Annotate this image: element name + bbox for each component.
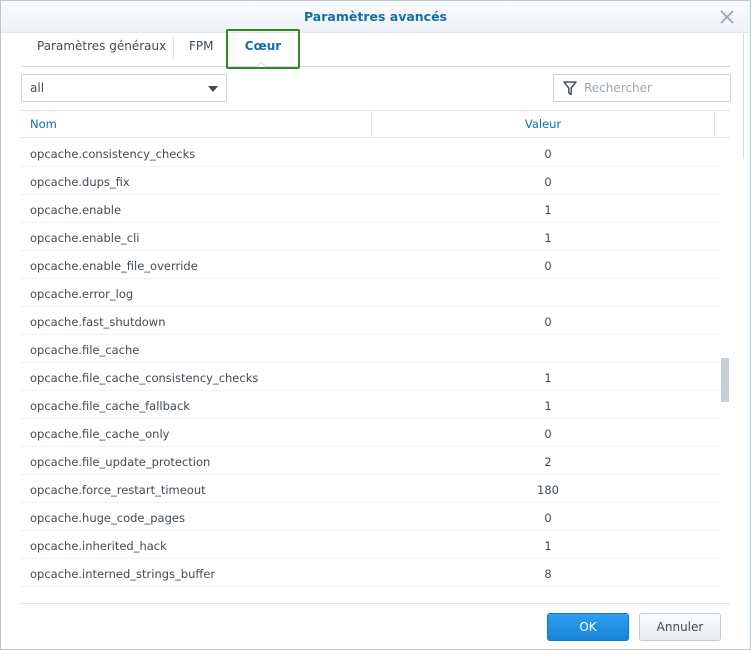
grid-header: Nom Valeur — [21, 111, 730, 138]
grid-body: opcache.consistency_checks 0 opcache.dups_… — [21, 139, 721, 587]
setting-value[interactable]: 2 — [372, 455, 724, 469]
setting-value[interactable]: 0 — [372, 259, 724, 273]
setting-name: opcache.force_restart_timeout — [30, 483, 206, 497]
setting-name: opcache.file_update_protection — [30, 455, 211, 469]
setting-name: opcache.file_cache_only — [30, 427, 170, 441]
table-row[interactable]: opcache.file_update_protection 2 — [21, 447, 721, 475]
table-row[interactable]: opcache.consistency_checks 0 — [21, 139, 721, 167]
table-row[interactable]: opcache.file_cache_consistency_checks 1 — [21, 363, 721, 391]
column-header-name[interactable]: Nom — [30, 117, 57, 131]
setting-value[interactable]: 0 — [372, 175, 724, 189]
grid-scrollbar-thumb[interactable] — [721, 358, 729, 402]
category-filter-value: all — [30, 81, 45, 95]
setting-value[interactable]: 0 — [372, 147, 724, 161]
setting-value[interactable]: 1 — [372, 399, 724, 413]
setting-name: opcache.inherited_hack — [30, 539, 167, 553]
table-row[interactable]: opcache.enable 1 — [21, 195, 721, 223]
search-box — [553, 74, 731, 102]
dialog-edge — [743, 33, 744, 159]
active-tab-indicator-icon — [256, 61, 266, 67]
tab-general-settings[interactable]: Paramètres généraux — [37, 33, 166, 66]
table-row[interactable]: opcache.fast_shutdown 0 — [21, 307, 721, 335]
setting-name: opcache.file_cache_fallback — [30, 399, 190, 413]
setting-value[interactable]: 1 — [372, 203, 724, 217]
tab-bar: Paramètres généraux FPM Cœur — [21, 29, 730, 69]
table-row[interactable]: opcache.file_cache_fallback 1 — [21, 391, 721, 419]
close-icon — [720, 10, 734, 24]
setting-name: opcache.file_cache_consistency_checks — [30, 371, 259, 385]
advanced-settings-dialog: Paramètres avancés Paramètres généraux F… — [0, 0, 751, 650]
table-row[interactable]: opcache.enable_file_override 0 — [21, 251, 721, 279]
filter-icon — [563, 81, 577, 96]
setting-name: opcache.enable_cli — [30, 231, 140, 245]
setting-value[interactable]: 0 — [372, 315, 724, 329]
table-row[interactable]: opcache.file_cache_only 0 — [21, 419, 721, 447]
dialog-titlebar: Paramètres avancés — [1, 1, 750, 33]
setting-name: opcache.error_log — [30, 287, 134, 301]
grid-bottom-divider — [21, 603, 730, 604]
setting-value[interactable]: 1 — [372, 231, 724, 245]
setting-value[interactable]: 0 — [372, 511, 724, 525]
cancel-button[interactable]: Annuler — [639, 613, 721, 641]
tab-fpm[interactable]: FPM — [189, 33, 214, 66]
table-row[interactable]: opcache.huge_code_pages 0 — [21, 503, 721, 531]
table-row[interactable]: opcache.error_log — [21, 279, 721, 307]
setting-name: opcache.enable_file_override — [30, 259, 198, 273]
settings-grid: Nom Valeur opcache.consistency_checks 0 op… — [21, 110, 730, 604]
setting-value[interactable]: 1 — [372, 371, 724, 385]
category-filter-select[interactable]: all — [21, 74, 227, 102]
search-input[interactable] — [584, 78, 724, 98]
table-row[interactable]: opcache.inherited_hack 1 — [21, 531, 721, 559]
column-header-value[interactable]: Valeur — [372, 117, 714, 131]
setting-name: opcache.fast_shutdown — [30, 315, 166, 329]
close-button[interactable] — [718, 8, 736, 26]
setting-value[interactable]: 1 — [372, 539, 724, 553]
column-divider — [714, 111, 715, 138]
setting-name: opcache.huge_code_pages — [30, 511, 185, 525]
setting-value[interactable]: 180 — [372, 483, 724, 497]
table-row[interactable]: opcache.force_restart_timeout 180 — [21, 475, 721, 503]
dialog-title: Paramètres avancés — [303, 9, 448, 24]
setting-name: opcache.file_cache — [30, 343, 140, 357]
setting-name: opcache.enable — [30, 203, 122, 217]
table-row[interactable]: opcache.interned_strings_buffer 8 — [21, 559, 721, 587]
tab-divider — [173, 37, 174, 59]
table-row[interactable]: opcache.file_cache — [21, 335, 721, 363]
table-row[interactable]: opcache.dups_fix 0 — [21, 167, 721, 195]
chevron-down-icon — [208, 86, 218, 92]
setting-value[interactable]: 0 — [372, 427, 724, 441]
setting-name: opcache.dups_fix — [30, 175, 130, 189]
setting-value[interactable]: 8 — [372, 567, 724, 581]
ok-button[interactable]: OK — [547, 613, 629, 641]
setting-name: opcache.consistency_checks — [30, 147, 196, 161]
table-row[interactable]: opcache.enable_cli 1 — [21, 223, 721, 251]
setting-name: opcache.interned_strings_buffer — [30, 567, 216, 581]
